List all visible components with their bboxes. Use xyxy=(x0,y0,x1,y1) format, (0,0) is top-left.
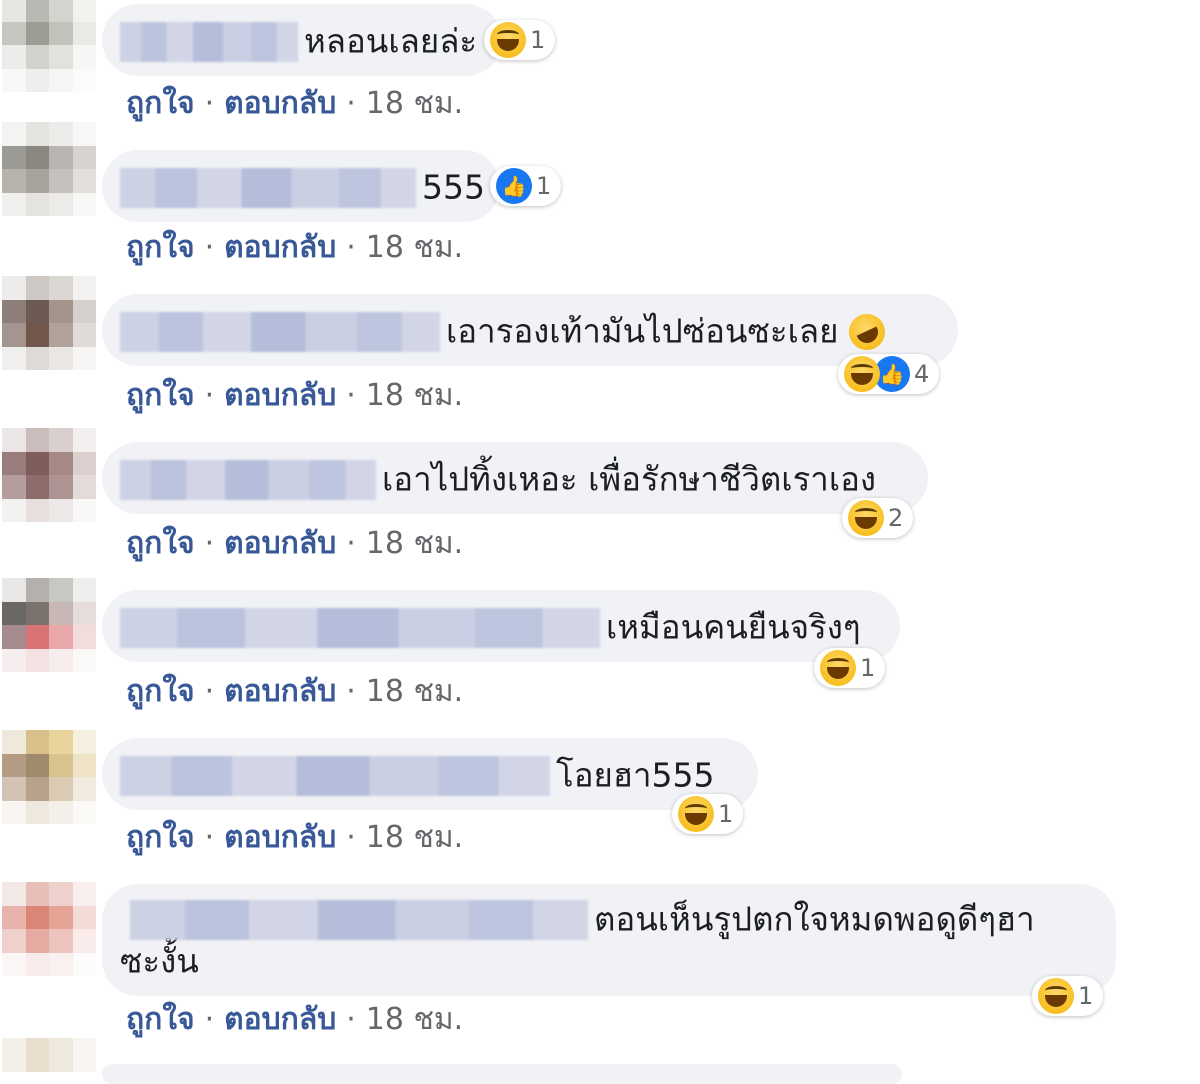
haha-icon xyxy=(844,356,880,392)
separator: · xyxy=(346,674,356,709)
separator: · xyxy=(346,1002,356,1037)
comment-bubble: เอาไปทิ้งเหอะ เพื่อรักษาชีวิตเราเอง xyxy=(102,442,928,514)
comment-text: หลอนเลยล่ะ xyxy=(304,21,478,61)
reply-link[interactable]: ตอบกลับ xyxy=(224,378,336,413)
comment-actions: ถูกใจ · ตอบกลับ · 18 ชม. xyxy=(126,224,463,271)
like-link[interactable]: ถูกใจ xyxy=(126,230,195,265)
haha-icon xyxy=(848,500,884,536)
comment-actions: ถูกใจ · ตอบกลับ · 18 ชม. xyxy=(126,80,463,127)
separator: · xyxy=(204,378,215,413)
reaction-summary[interactable]: 1 xyxy=(672,794,744,834)
separator: · xyxy=(346,230,356,265)
comment-bubble: 555 xyxy=(102,150,500,222)
reaction-count: 1 xyxy=(536,172,552,200)
commenter-name-blurred[interactable] xyxy=(120,311,440,352)
comment-actions: ถูกใจ · ตอบกลับ · 18 ชม. xyxy=(126,996,463,1043)
comment-bubble: เอารองเท้ามันไปซ่อนซะเลย xyxy=(102,294,958,366)
commenter-name-blurred[interactable] xyxy=(130,899,588,940)
like-link[interactable]: ถูกใจ xyxy=(126,820,195,855)
comment-text: เหมือนคนยืนจริงๆ xyxy=(606,607,861,647)
avatar[interactable] xyxy=(2,122,96,216)
separator: · xyxy=(204,820,215,855)
like-icon: 👍 xyxy=(496,168,532,204)
avatar[interactable] xyxy=(2,0,96,92)
like-link[interactable]: ถูกใจ xyxy=(126,526,195,561)
comment-line: ซะงั้น xyxy=(120,940,1094,982)
separator: · xyxy=(204,674,215,709)
haha-icon xyxy=(678,796,714,832)
comment-bubble xyxy=(102,1064,902,1084)
reaction-count: 2 xyxy=(888,504,904,532)
commenter-name-blurred[interactable] xyxy=(120,459,376,500)
commenter-name-blurred[interactable] xyxy=(120,607,600,648)
commenter-name-blurred[interactable] xyxy=(120,755,550,796)
haha-icon xyxy=(490,22,526,58)
comment-text: 555 xyxy=(422,167,485,207)
comment-text: ตอนเห็นรูปตกใจหมดพอดูดีๆฮา xyxy=(594,899,1035,939)
separator: · xyxy=(204,1002,215,1037)
timestamp[interactable]: 18 ชม. xyxy=(366,230,463,265)
reply-link[interactable]: ตอบกลับ xyxy=(224,86,336,121)
like-link[interactable]: ถูกใจ xyxy=(126,378,195,413)
timestamp[interactable]: 18 ชม. xyxy=(366,820,463,855)
reaction-summary[interactable]: 1 xyxy=(814,648,886,688)
avatar[interactable] xyxy=(2,276,96,370)
reply-link[interactable]: ตอบกลับ xyxy=(224,230,336,265)
reaction-count: 4 xyxy=(914,360,930,388)
reaction-summary[interactable]: 1 xyxy=(484,20,556,60)
reaction-count: 1 xyxy=(718,800,734,828)
timestamp[interactable]: 18 ชม. xyxy=(366,1002,463,1037)
reaction-summary[interactable]: 👍 4 xyxy=(838,354,940,394)
comment-actions: ถูกใจ · ตอบกลับ · 18 ชม. xyxy=(126,372,463,419)
rolling-laughing-icon xyxy=(843,307,891,356)
commenter-name-blurred[interactable] xyxy=(120,21,298,62)
comment-text: โอยฮา555 xyxy=(556,755,715,795)
comment-bubble: หลอนเลยล่ะ xyxy=(102,4,502,76)
separator: · xyxy=(346,820,356,855)
timestamp[interactable]: 18 ชม. xyxy=(366,378,463,413)
reaction-count: 1 xyxy=(1078,982,1094,1010)
comment-bubble: ตอนเห็นรูปตกใจหมดพอดูดีๆฮา ซะงั้น xyxy=(102,884,1116,996)
separator: · xyxy=(346,86,356,121)
timestamp[interactable]: 18 ชม. xyxy=(366,674,463,709)
separator: · xyxy=(346,378,356,413)
reply-link[interactable]: ตอบกลับ xyxy=(224,526,336,561)
like-link[interactable]: ถูกใจ xyxy=(126,674,195,709)
timestamp[interactable]: 18 ชม. xyxy=(366,526,463,561)
timestamp[interactable]: 18 ชม. xyxy=(366,86,463,121)
reaction-count: 1 xyxy=(860,654,876,682)
comment-bubble: เหมือนคนยืนจริงๆ xyxy=(102,590,900,662)
reaction-count: 1 xyxy=(530,26,546,54)
comment-actions: ถูกใจ · ตอบกลับ · 18 ชม. xyxy=(126,520,463,567)
reply-link[interactable]: ตอบกลับ xyxy=(224,1002,336,1037)
comment-text-continued: ซะงั้น xyxy=(120,941,199,980)
separator: · xyxy=(204,86,215,121)
comment-actions: ถูกใจ · ตอบกลับ · 18 ชม. xyxy=(126,814,463,861)
comment-line: ตอนเห็นรูปตกใจหมดพอดูดีๆฮา xyxy=(120,898,1094,940)
comment-actions: ถูกใจ · ตอบกลับ · 18 ชม. xyxy=(126,668,463,715)
comment-bubble: โอยฮา555 xyxy=(102,738,758,810)
like-link[interactable]: ถูกใจ xyxy=(126,86,195,121)
reply-link[interactable]: ตอบกลับ xyxy=(224,820,336,855)
avatar[interactable] xyxy=(2,428,96,522)
avatar[interactable] xyxy=(2,578,96,672)
haha-icon xyxy=(820,650,856,686)
comment-text: เอาไปทิ้งเหอะ เพื่อรักษาชีวิตเราเอง xyxy=(382,459,877,499)
reply-link[interactable]: ตอบกลับ xyxy=(224,674,336,709)
avatar[interactable] xyxy=(2,730,96,824)
reaction-summary[interactable]: 2 xyxy=(842,498,914,538)
separator: · xyxy=(204,230,215,265)
comment-text: เอารองเท้ามันไปซ่อนซะเลย xyxy=(446,311,839,351)
commenter-name-blurred[interactable] xyxy=(120,167,416,208)
like-link[interactable]: ถูกใจ xyxy=(126,1002,195,1037)
haha-icon xyxy=(1038,978,1074,1014)
reaction-summary[interactable]: 1 xyxy=(1032,976,1104,1016)
separator: · xyxy=(204,526,215,561)
avatar[interactable] xyxy=(2,882,96,976)
reaction-summary[interactable]: 👍 1 xyxy=(490,166,562,206)
separator: · xyxy=(346,526,356,561)
avatar[interactable] xyxy=(2,1038,96,1072)
